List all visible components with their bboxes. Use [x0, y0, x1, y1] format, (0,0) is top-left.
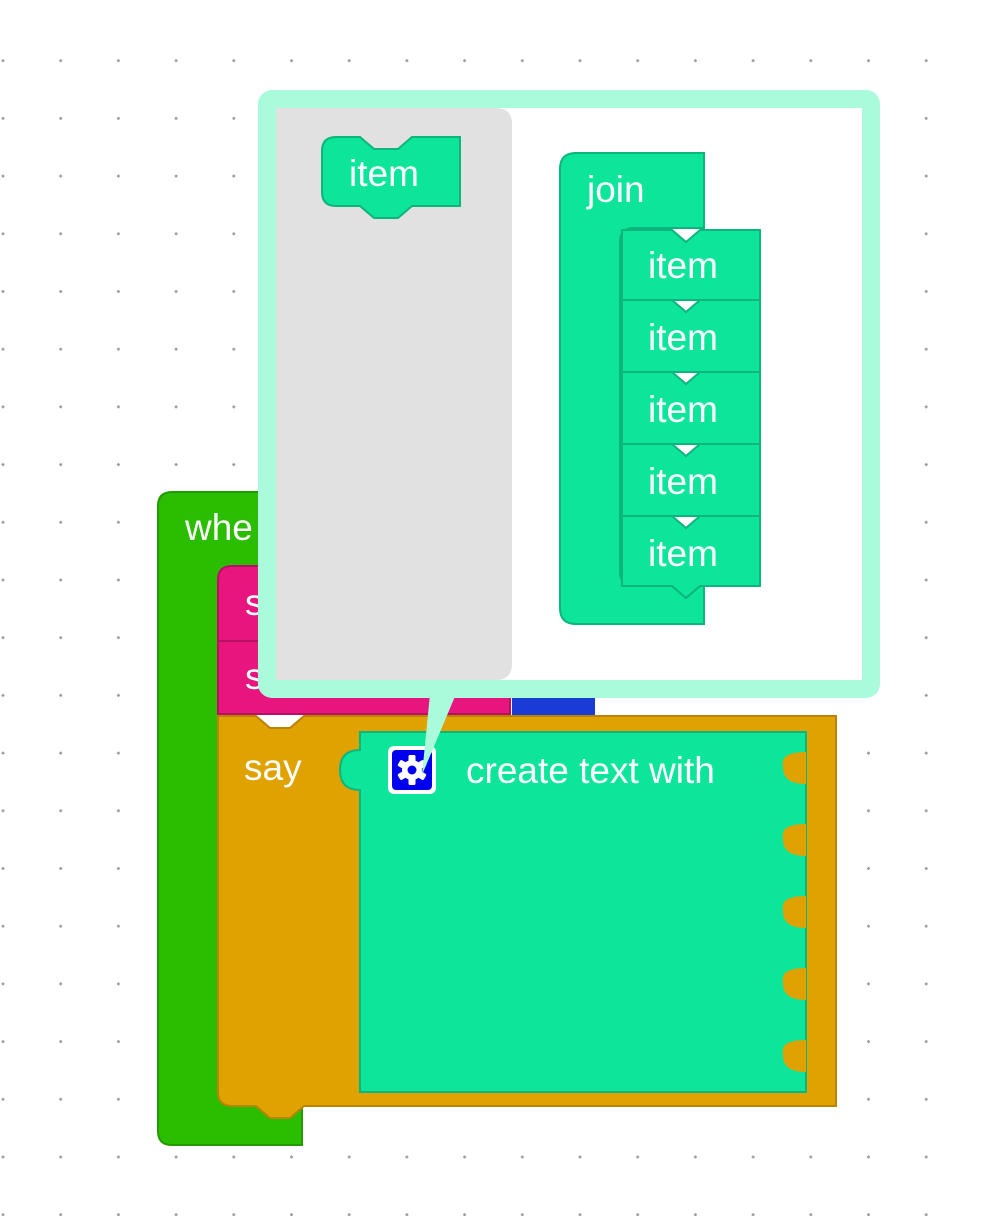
join-item-label: item — [648, 245, 718, 286]
join-item-label: item — [648, 533, 718, 574]
join-item-label: item — [648, 461, 718, 502]
create-text-block[interactable]: create text with — [338, 731, 807, 1093]
join-item-block[interactable]: item — [621, 515, 761, 600]
join-item-block[interactable]: item — [621, 299, 761, 373]
join-item-block[interactable]: item — [621, 371, 761, 445]
blockly-workspace[interactable]: whe s s say create text with item join i… — [0, 0, 982, 1216]
flyout-item-label: item — [349, 153, 419, 194]
mutator-bubble[interactable]: item join item item item item item — [258, 90, 880, 775]
say-block-label: say — [244, 747, 302, 788]
join-label: join — [586, 169, 645, 210]
join-item-label: item — [648, 317, 718, 358]
create-text-label: create text with — [466, 750, 715, 791]
event-block-label: whe — [184, 507, 253, 548]
join-item-block[interactable]: item — [621, 443, 761, 517]
flyout-item-block[interactable]: item — [321, 136, 461, 219]
join-item-block[interactable]: item — [621, 229, 761, 301]
join-item-label: item — [648, 389, 718, 430]
